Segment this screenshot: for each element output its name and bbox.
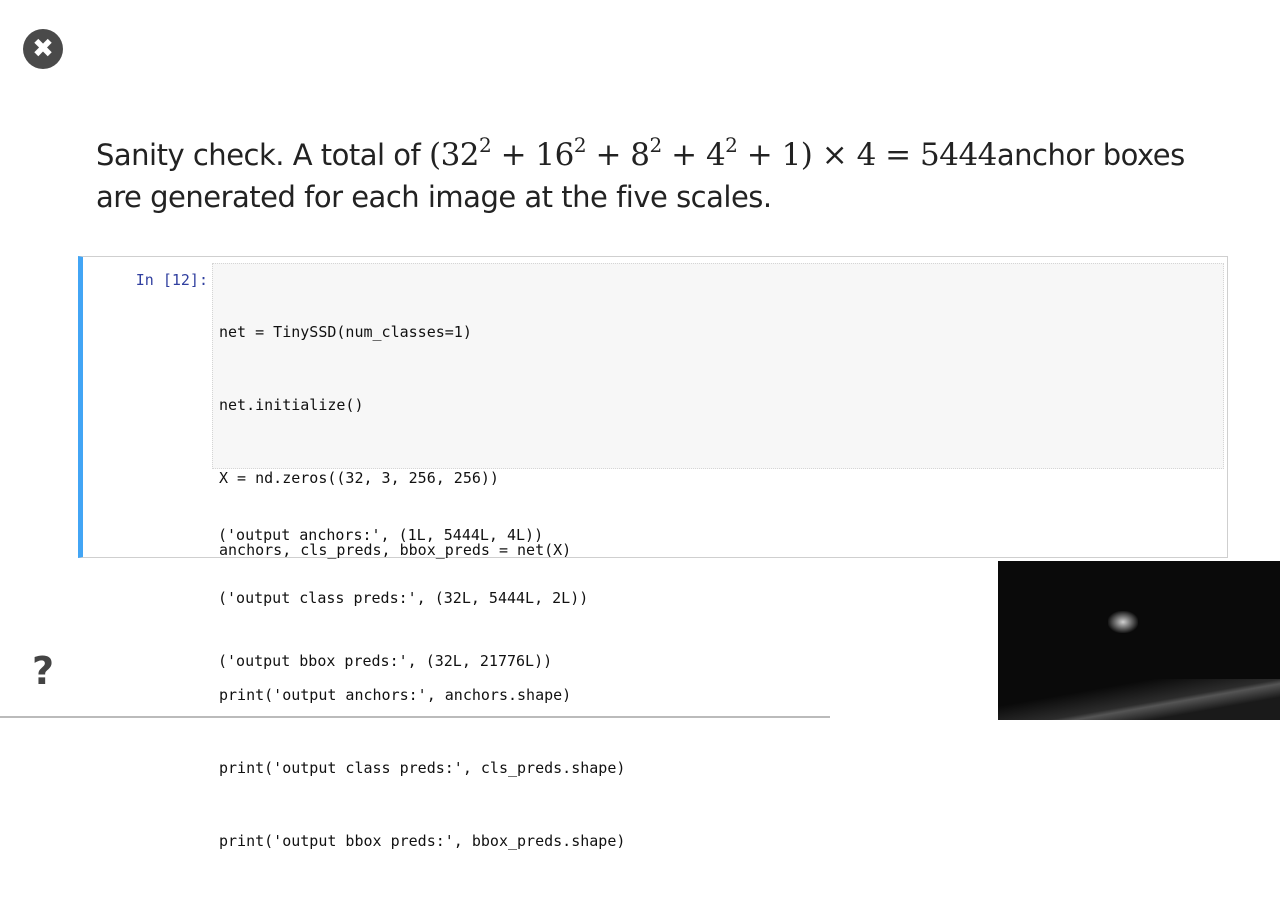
math-exponent-2: 2 — [573, 133, 587, 157]
slide-text-line-1: Sanity check. A total of (322 + 162 + 82… — [96, 133, 1246, 177]
code-line: net = TinySSD(num_classes=1) — [219, 323, 472, 342]
progress-divider — [0, 716, 830, 718]
cell-output: ('output anchors:', (1L, 5444L, 4L)) ('o… — [218, 483, 588, 714]
cell-input-area[interactable]: net = TinySSD(num_classes=1) net.initial… — [212, 263, 1224, 850]
math-term-1: (32 — [428, 137, 480, 173]
math-expression: (322 + 162 + 82 + 42 + 1) × 4 = 5444 — [428, 135, 998, 173]
slide-text-line-2: are generated for each image at the five… — [96, 180, 772, 214]
code-line: print('output class preds:', cls_preds.s… — [219, 759, 626, 778]
math-exponent-3: 2 — [649, 133, 663, 157]
line1-prefix: Sanity check. A total of — [96, 138, 429, 172]
video-highlight — [1108, 611, 1138, 633]
math-exponent-1: 2 — [479, 133, 492, 157]
notebook-code-cell[interactable]: In [12]: net = TinySSD(num_classes=1) ne… — [78, 256, 1228, 850]
math-term-5: + 1) × 4 = 5444 — [737, 137, 998, 173]
math-exponent-4: 2 — [725, 133, 738, 157]
output-line: ('output class preds:', (32L, 5444L, 2L)… — [218, 589, 589, 607]
math-term-2: + 16 — [491, 137, 575, 173]
math-term-4: + 4 — [661, 137, 726, 173]
code-line: net.initialize() — [219, 396, 364, 415]
math-term-3: + 8 — [586, 137, 650, 173]
line1-suffix: anchor boxes — [996, 138, 1185, 172]
code-line: print('output bbox preds:', bbox_preds.s… — [219, 831, 626, 850]
video-highlight — [998, 679, 1280, 720]
help-icon[interactable]: ? — [28, 650, 58, 692]
output-line: ('output bbox preds:', (32L, 21776L)) — [218, 652, 553, 670]
slide-text: Sanity check. A total of (322 + 162 + 82… — [96, 133, 1246, 217]
video-overlay — [998, 561, 1280, 720]
close-icon[interactable]: ✖ — [23, 29, 63, 69]
cell-prompt: In [12]: — [135, 271, 208, 289]
output-line: ('output anchors:', (1L, 5444L, 4L)) — [218, 526, 544, 544]
